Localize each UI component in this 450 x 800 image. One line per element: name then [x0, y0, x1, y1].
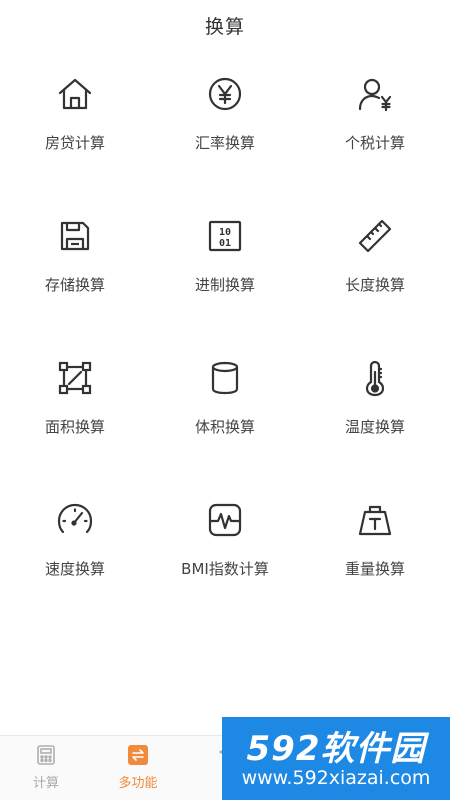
floppy-disk-icon [53, 214, 97, 258]
tool-label: 进制换算 [194, 276, 255, 294]
tool-income-tax[interactable]: 个税计算 [300, 72, 450, 214]
tool-temperature[interactable]: 温度换算 [300, 356, 450, 498]
watermark-banner: 592软件园 www.592xiazai.com [222, 717, 450, 800]
page-title: 换算 [204, 16, 245, 38]
tool-label: 汇率换算 [194, 134, 255, 152]
tool-bmi[interactable]: BMI指数计算 [150, 498, 300, 640]
tab-label: 多功能 [118, 776, 158, 791]
tool-label: 重量换算 [344, 560, 405, 578]
speedometer-icon [53, 498, 97, 542]
swap-icon [127, 744, 149, 766]
binary-icon: 10 01 [203, 214, 247, 258]
user-yen-icon [353, 72, 397, 116]
ruler-icon [353, 214, 397, 258]
tool-label: BMI指数计算 [181, 560, 269, 578]
calculator-icon [35, 744, 57, 766]
tool-label: 存储换算 [44, 276, 105, 294]
house-icon [53, 72, 97, 116]
tool-base-conversion[interactable]: 10 01 进制换算 [150, 214, 300, 356]
heart-monitor-icon [203, 498, 247, 542]
tool-grid: 房贷计算 汇率换算 个税计算 存储换算 10 01 进制换算 长度换算 面积换算… [0, 72, 450, 640]
tool-label: 房贷计算 [44, 134, 105, 152]
tool-length[interactable]: 长度换算 [300, 214, 450, 356]
watermark-url: www.592xiazai.com [241, 767, 431, 789]
tool-mortgage[interactable]: 房贷计算 [0, 72, 150, 214]
yen-icon [203, 72, 247, 116]
watermark-brand: 592软件园 [246, 729, 426, 769]
svg-text:01: 01 [219, 238, 231, 249]
tool-label: 速度换算 [44, 560, 105, 578]
tool-volume[interactable]: 体积换算 [150, 356, 300, 498]
tool-exchange-rate[interactable]: 汇率换算 [150, 72, 300, 214]
cylinder-icon [203, 356, 247, 400]
tab-label: 计算 [32, 776, 59, 791]
tool-label: 长度换算 [344, 276, 405, 294]
tab-calculator[interactable]: 计算 [0, 736, 92, 800]
tool-storage[interactable]: 存储换算 [0, 214, 150, 356]
tool-weight[interactable]: 重量换算 [300, 498, 450, 640]
tab-multi-function[interactable]: 多功能 [92, 736, 184, 800]
tool-label: 体积换算 [194, 418, 255, 436]
tool-area[interactable]: 面积换算 [0, 356, 150, 498]
tool-label: 个税计算 [344, 134, 405, 152]
tool-label: 温度换算 [344, 418, 405, 436]
tool-speed[interactable]: 速度换算 [0, 498, 150, 640]
svg-text:10: 10 [219, 227, 231, 238]
weight-icon [353, 498, 397, 542]
tool-label: 面积换算 [44, 418, 105, 436]
thermometer-icon [353, 356, 397, 400]
area-icon [53, 356, 97, 400]
